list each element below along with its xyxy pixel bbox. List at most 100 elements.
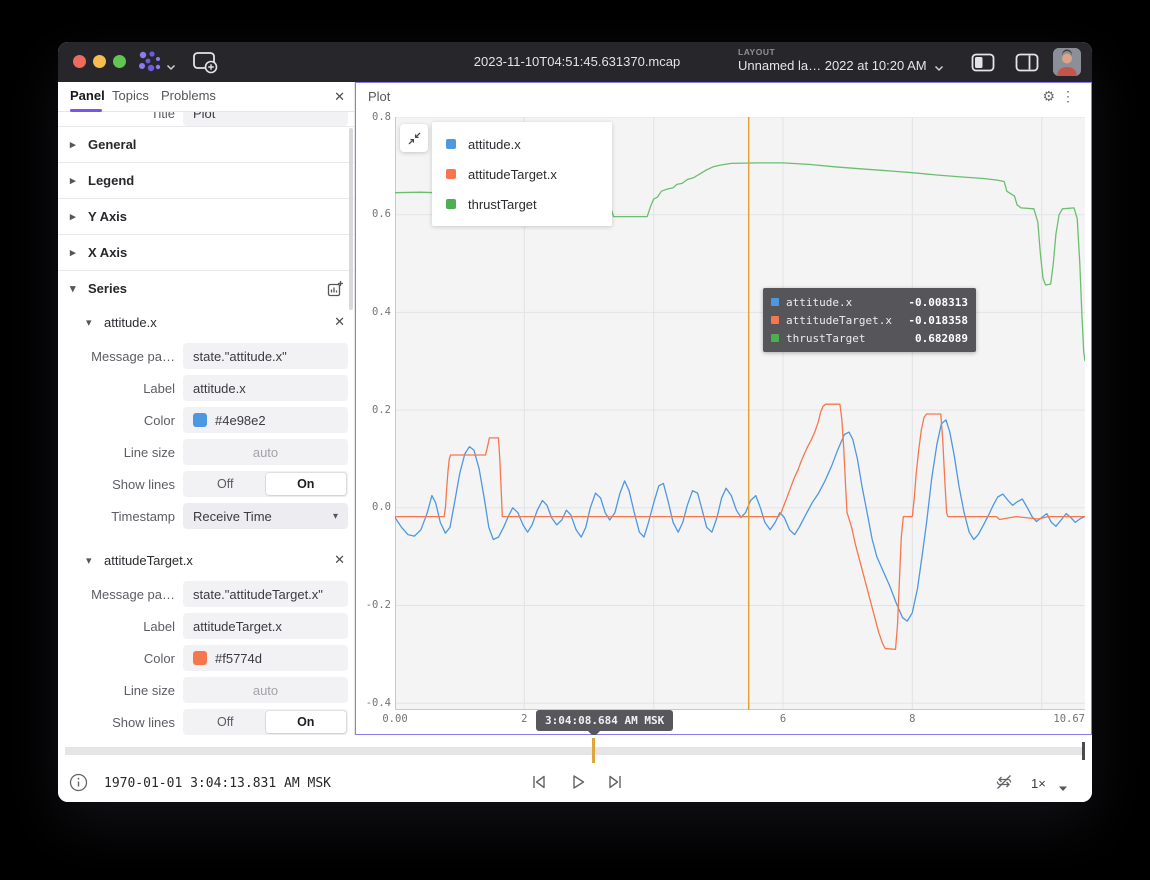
series-color-swatch	[771, 298, 779, 306]
timeline-scrubber[interactable]	[65, 747, 1085, 755]
legend-collapse-button[interactable]	[400, 124, 428, 152]
legend-item[interactable]: thrustTarget	[432, 189, 612, 219]
x-tick-label: 0.00	[382, 713, 407, 725]
title-field-input[interactable]: Plot	[183, 112, 348, 126]
section-y-axis[interactable]: ▸Y Axis	[58, 198, 354, 234]
main-content: Panel Topics Problems ✕ Title Plot ▸Gene…	[58, 82, 1092, 735]
current-timestamp: 1970-01-01 3:04:13.831 AM MSK	[104, 776, 331, 791]
chevron-down-icon: ▾	[86, 554, 95, 567]
chevron-right-icon: ▸	[70, 138, 79, 151]
color-swatch[interactable]	[193, 413, 207, 427]
section-series[interactable]: ▾Series	[58, 270, 354, 306]
color-input[interactable]: #f5774d	[183, 645, 348, 671]
section-legend[interactable]: ▸Legend	[58, 162, 354, 198]
y-tick-label: 0.2	[356, 404, 391, 416]
section-general[interactable]: ▸General	[58, 126, 354, 162]
x-tick-label: 2	[521, 713, 527, 725]
settings-sidebar: Panel Topics Problems ✕ Title Plot ▸Gene…	[58, 82, 355, 735]
series-color-swatch	[771, 334, 779, 342]
series-attitude-x-fields: Message pa… state."attitude.x" Label att…	[58, 338, 354, 529]
line-size-input[interactable]: auto	[183, 677, 348, 703]
right-sidebar-toggle-icon[interactable]	[1015, 53, 1039, 77]
chart-hover-tooltip: attitude.x -0.008313 attitudeTarget.x -0…	[763, 288, 976, 352]
panel-menu-dots-icon[interactable]: ⋮	[1061, 88, 1075, 105]
add-series-icon[interactable]	[327, 280, 344, 300]
timestamp-select[interactable]: Receive Time ▾	[183, 503, 348, 529]
seek-start-button[interactable]	[529, 773, 549, 796]
line-size-input[interactable]: auto	[183, 439, 348, 465]
plot-legend: attitude.x attitudeTarget.x thrustTarget	[432, 122, 612, 226]
panel-settings-gear-icon[interactable]: ⚙	[1042, 88, 1055, 105]
show-lines-label: Show lines	[58, 715, 183, 730]
x-tick-label: 6	[780, 713, 786, 725]
loop-disabled-icon[interactable]	[994, 773, 1014, 796]
series-color-swatch	[446, 169, 456, 179]
plot-panel-title: Plot	[368, 89, 390, 104]
sidebar-scrollbar[interactable]	[349, 128, 353, 310]
user-avatar[interactable]	[1053, 48, 1081, 76]
layout-name: Unnamed la… 2022 at 10:20 AM	[738, 58, 927, 73]
scrubber-time-tooltip: 3:04:08.684 AM MSK	[536, 710, 673, 731]
tab-panel[interactable]: Panel	[70, 88, 105, 103]
plot-panel-header: Plot ⚙ ⋮	[356, 83, 1091, 110]
message-path-label: Message pa…	[58, 587, 183, 602]
y-tick-label: 0.4	[356, 306, 391, 318]
chevron-down-icon: ▾	[86, 316, 95, 329]
color-label: Color	[58, 413, 183, 428]
color-label: Color	[58, 651, 183, 666]
series-attitude-target-x-header[interactable]: ▾ attitudeTarget.x ✕	[58, 544, 354, 576]
color-swatch[interactable]	[193, 651, 207, 665]
series-attitude-x-header[interactable]: ▾ attitude.x ✕	[58, 306, 354, 338]
playback-info-icon[interactable]	[69, 773, 88, 797]
show-lines-toggle: Off On	[183, 471, 348, 497]
label-input[interactable]: attitudeTarget.x	[183, 613, 348, 639]
chevron-down-icon: ▾	[70, 282, 79, 295]
y-tick-label: -0.2	[356, 599, 391, 611]
speed-chevron-icon[interactable]	[1058, 779, 1068, 797]
label-input[interactable]: attitude.x	[183, 375, 348, 401]
legend-item[interactable]: attitude.x	[432, 129, 612, 159]
title-field-label: Title	[58, 112, 183, 121]
layout-selector[interactable]: LAYOUT Unnamed la… 2022 at 10:20 AM	[738, 47, 927, 73]
show-lines-on-button[interactable]: On	[266, 711, 347, 733]
remove-series-icon[interactable]: ✕	[334, 552, 345, 568]
playhead-marker[interactable]	[592, 738, 595, 763]
x-axis-labels: 0.00246810.67	[395, 713, 1085, 727]
chevron-right-icon: ▸	[70, 246, 79, 259]
show-lines-on-button[interactable]: On	[266, 473, 347, 495]
screen-background: 2023-11-10T04:51:45.631370.mcap LAYOUT U…	[0, 0, 1150, 880]
playback-bar: 1970-01-01 3:04:13.831 AM MSK	[58, 735, 1092, 802]
layout-chevron-icon[interactable]	[934, 59, 944, 77]
sidebar-tabs: Panel Topics Problems ✕	[58, 82, 354, 112]
color-input[interactable]: #4e98e2	[183, 407, 348, 433]
message-path-input[interactable]: state."attitude.x"	[183, 343, 348, 369]
line-size-label: Line size	[58, 683, 183, 698]
series-color-swatch	[446, 199, 456, 209]
line-size-label: Line size	[58, 445, 183, 460]
legend-item[interactable]: attitudeTarget.x	[432, 159, 612, 189]
show-lines-off-button[interactable]: Off	[185, 711, 266, 733]
message-path-input[interactable]: state."attitudeTarget.x"	[183, 581, 348, 607]
message-path-label: Message pa…	[58, 349, 183, 364]
left-sidebar-toggle-icon[interactable]	[971, 53, 995, 77]
section-x-axis[interactable]: ▸X Axis	[58, 234, 354, 270]
y-tick-label: 0.8	[356, 111, 391, 123]
label-label: Label	[58, 381, 183, 396]
tab-topics[interactable]: Topics	[112, 88, 149, 103]
play-button[interactable]	[569, 773, 587, 796]
layout-label: LAYOUT	[738, 47, 927, 57]
playback-speed[interactable]: 1×	[1031, 776, 1046, 791]
timestamp-label: Timestamp	[58, 509, 183, 524]
y-tick-label: 0.0	[356, 501, 391, 513]
chevron-right-icon: ▸	[70, 210, 79, 223]
remove-series-icon[interactable]: ✕	[334, 314, 345, 330]
show-lines-off-button[interactable]: Off	[185, 473, 266, 495]
label-label: Label	[58, 619, 183, 634]
close-sidebar-icon[interactable]: ✕	[334, 89, 345, 105]
sidebar-scroll-region: Title Plot ▸General ▸Legend ▸Y Axis ▸X A…	[58, 112, 354, 735]
timeline-end-marker	[1082, 742, 1085, 760]
show-lines-toggle: Off On	[183, 709, 348, 735]
tab-problems[interactable]: Problems	[161, 88, 216, 103]
seek-end-button[interactable]	[605, 773, 625, 796]
collapse-arrows-icon	[407, 131, 422, 146]
